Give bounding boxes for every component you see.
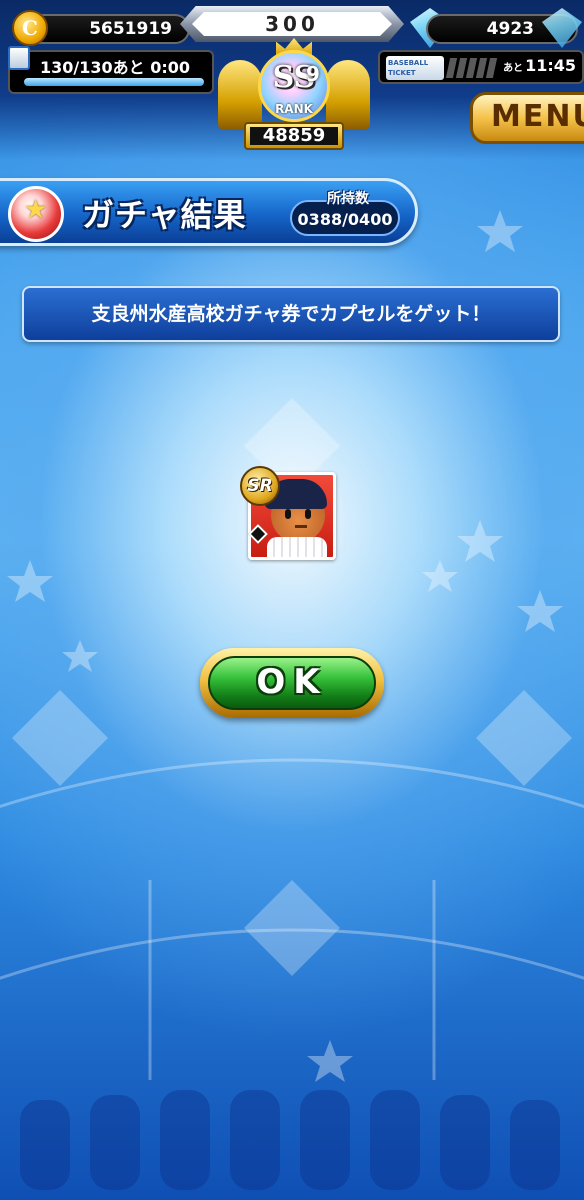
life-card-icon [8, 46, 30, 70]
star-shape [62, 640, 98, 672]
ok-button[interactable]: OK [200, 648, 384, 718]
star-shape [477, 210, 523, 252]
player-uniform [267, 537, 327, 557]
trophy-icon [218, 60, 262, 130]
letter-block [90, 1095, 140, 1190]
rank-score: 48859 [250, 127, 338, 145]
menu-button[interactable]: MENU [470, 92, 584, 144]
life-text: 130/130あと 0:00 [40, 58, 191, 77]
sr-rarity-badge: SR [240, 466, 280, 506]
letter-block [300, 1090, 350, 1190]
star-shape [7, 560, 53, 602]
rank-score-box: 48859 [244, 122, 344, 150]
stamina-value: 300 [192, 12, 392, 36]
rank-word: RANK [275, 102, 313, 116]
letter-block [370, 1090, 420, 1190]
letter-block [440, 1095, 490, 1190]
field-arc [0, 758, 584, 809]
player-mouth [295, 525, 307, 528]
player-eye [305, 509, 311, 519]
capsule-icon [8, 186, 64, 242]
star-shape [517, 590, 563, 632]
ticket-timer: あと 11:45 [503, 56, 576, 75]
rank-level: 9 [306, 62, 320, 86]
ticket-display: BASEBALL TICKET あと 11:45 [378, 50, 584, 84]
letter-block [510, 1100, 560, 1190]
ticket-timer-value: 11:45 [525, 56, 576, 75]
owned-count-label: 所持数 [327, 191, 369, 207]
ticket-slot [485, 58, 498, 78]
letter-block [160, 1090, 210, 1190]
letter-block [20, 1100, 70, 1190]
life-gauge [24, 78, 204, 86]
result-message: 支良州水産高校ガチャ券でカプセルをゲット！ [22, 286, 560, 342]
stadium-letters [20, 1090, 560, 1190]
coin-value: 5651919 [89, 19, 172, 39]
diamond-shape [244, 880, 340, 976]
ticket-slots [445, 58, 498, 78]
star-shape [457, 520, 503, 562]
life-display: 130/130あと 0:00 [8, 50, 214, 94]
gem-value: 4923 [486, 19, 534, 39]
diamond-shape [12, 690, 108, 786]
rank-emblem[interactable]: SS 9 RANK 48859 [214, 38, 374, 160]
star-shape [307, 1040, 353, 1082]
star-shape [422, 560, 458, 592]
diamond-shape [476, 690, 572, 786]
page-title: ガチャ結果 [82, 196, 247, 234]
letter-block [230, 1090, 280, 1190]
owned-count-value: 0388/0400 [297, 210, 393, 229]
stamina-display[interactable]: 300 [180, 6, 404, 42]
ok-button-label: OK [256, 662, 328, 702]
trophy-icon [326, 60, 370, 130]
coin-icon: C [12, 10, 48, 46]
ticket-icon: BASEBALL TICKET [386, 56, 444, 80]
ticket-timer-prefix: あと [503, 63, 524, 74]
game-screen: 5651919 C 300 4923 130/130あと 0:00 BASEBA… [0, 0, 584, 1200]
player-eye [285, 509, 291, 519]
